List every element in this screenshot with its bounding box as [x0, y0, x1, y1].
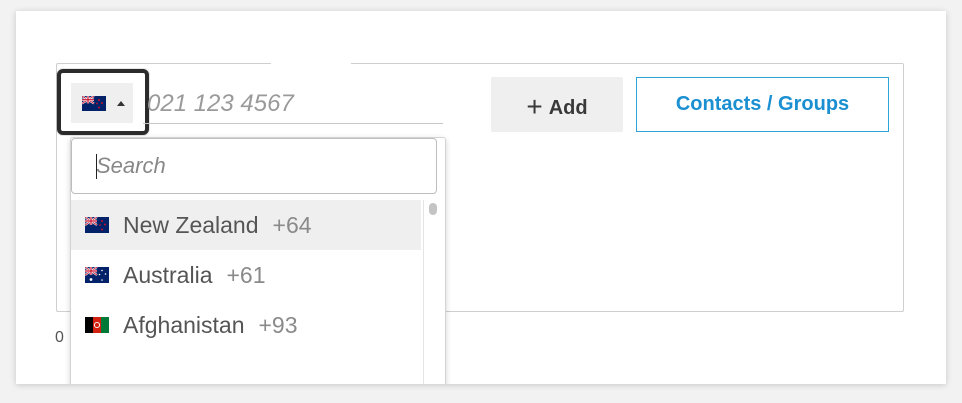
country-option-australia[interactable]: Australia +61: [71, 250, 421, 300]
panel-notch: [271, 62, 351, 65]
country-name: Afghanistan: [123, 311, 245, 338]
country-option-afghanistan[interactable]: Afghanistan +93: [71, 300, 421, 350]
add-button-label: Add: [548, 96, 588, 119]
country-search-input[interactable]: [71, 138, 437, 194]
country-code: +64: [272, 211, 312, 238]
contacts-groups-button[interactable]: Contacts / Groups: [636, 77, 889, 132]
af-flag-icon: [85, 317, 109, 333]
nz-flag-icon: [85, 217, 109, 233]
country-dropdown: New Zealand +64: [70, 137, 446, 384]
partial-hidden-text: 0: [55, 329, 64, 346]
country-code: +61: [226, 261, 266, 288]
text-cursor: [96, 154, 97, 179]
country-selector-inner: [71, 83, 133, 123]
country-option-new-zealand[interactable]: New Zealand +64: [71, 200, 421, 250]
country-name: Australia: [123, 261, 213, 288]
phone-number-input[interactable]: [143, 84, 443, 124]
form-card: +Add Contacts / Groups 0: [16, 11, 946, 384]
scrollbar-thumb[interactable]: [429, 203, 437, 215]
dropdown-scrollbar[interactable]: [423, 200, 444, 384]
country-code: +93: [258, 311, 298, 338]
country-list: New Zealand +64 Australia +61 Afghanista…: [71, 200, 421, 350]
caret-up-icon: [117, 101, 125, 106]
nz-flag-icon: [82, 96, 106, 111]
country-name: New Zealand: [123, 211, 259, 238]
au-flag-icon: [85, 267, 109, 283]
add-button[interactable]: + Add: [491, 77, 623, 132]
plus-icon: +: [526, 90, 543, 122]
country-selector-button[interactable]: [57, 69, 149, 135]
